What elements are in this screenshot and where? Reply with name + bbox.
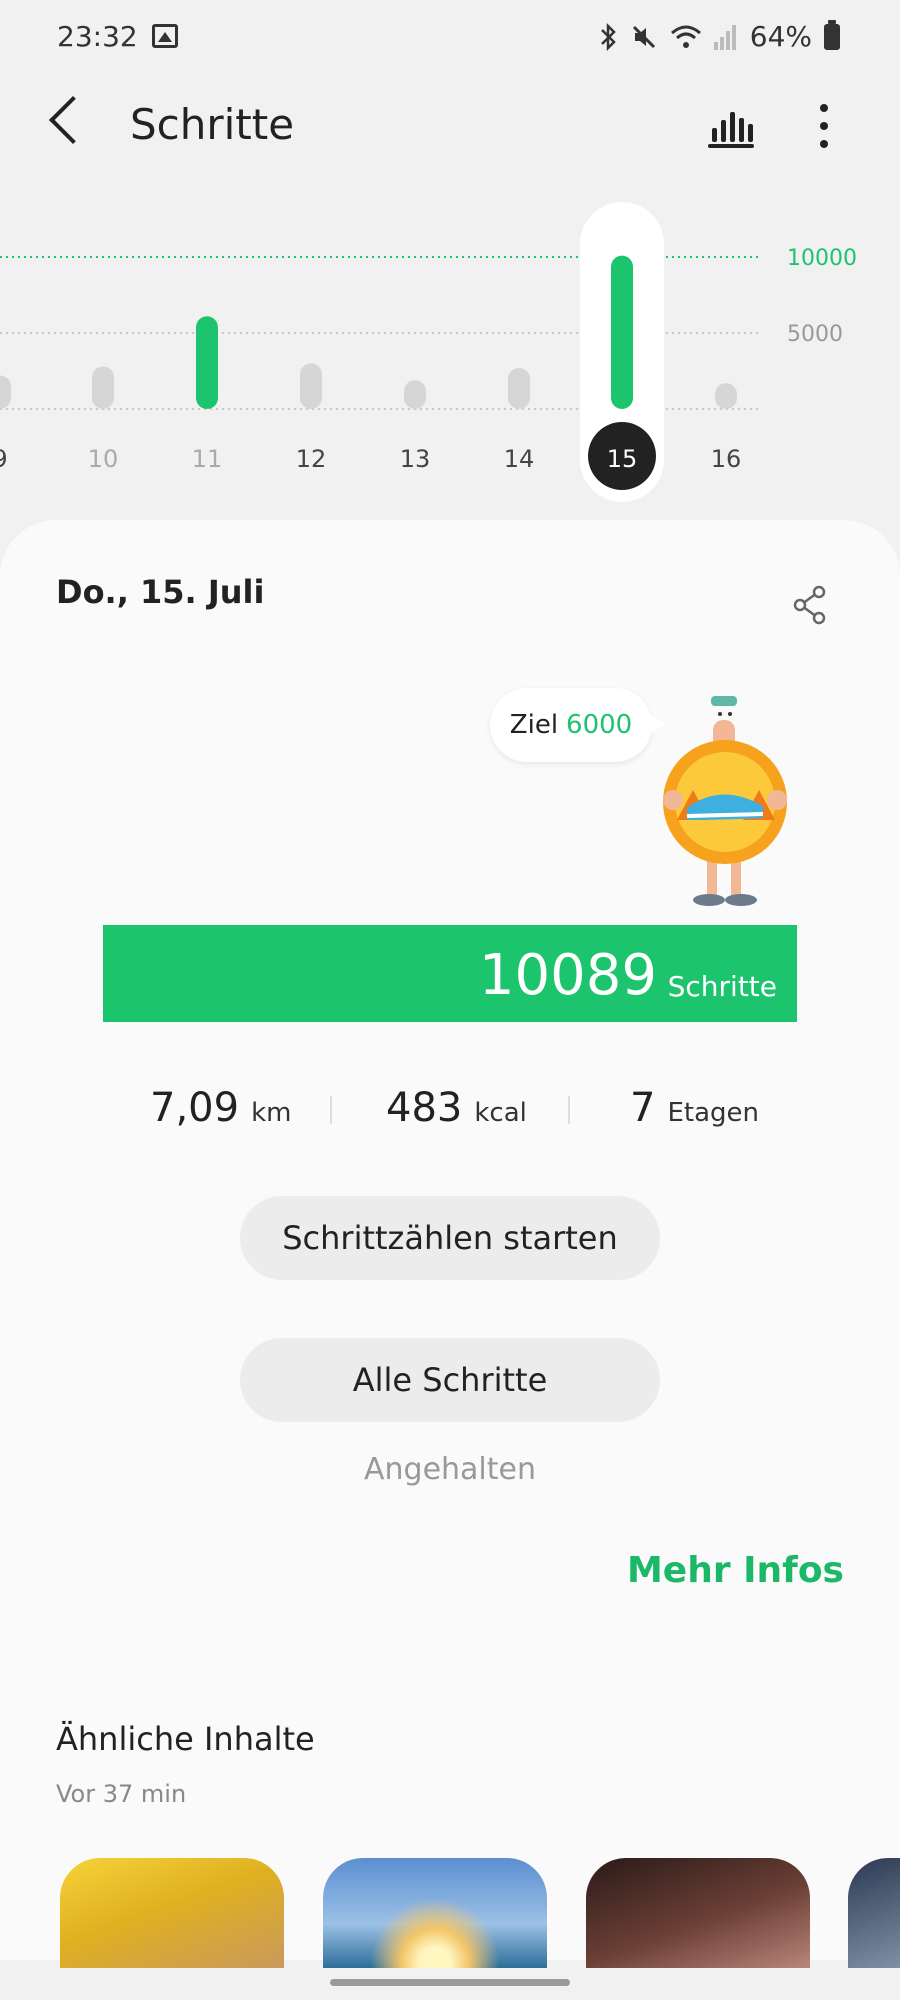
chart-day-label[interactable]: 9 <box>0 445 8 473</box>
stat-divider <box>568 1096 570 1124</box>
similar-content-time: Vor 37 min <box>56 1780 187 1808</box>
chart-bar[interactable] <box>715 383 737 409</box>
goal-label: Ziel <box>509 710 559 740</box>
chart-tick-label: 5000 <box>787 322 843 347</box>
chart-bar[interactable] <box>0 375 11 409</box>
chart-day-label[interactable]: 16 <box>711 445 742 473</box>
stat-floors-value: 7 <box>630 1085 656 1131</box>
chart-bar[interactable] <box>404 380 426 409</box>
chart-bar[interactable] <box>300 363 322 409</box>
goal-value: 6000 <box>566 710 633 740</box>
more-info-link[interactable]: Mehr Infos <box>627 1550 844 1591</box>
chart-day-label[interactable]: 15 <box>607 445 638 473</box>
stat-distance: 7,09 km <box>150 1085 291 1131</box>
chart-day-label[interactable]: 11 <box>192 445 223 473</box>
stat-floors: 7 Etagen <box>630 1085 759 1131</box>
stat-divider <box>330 1096 332 1124</box>
steps-total-bar: 10089 Schritte <box>103 925 797 1022</box>
bar-chart-icon[interactable] <box>708 100 754 148</box>
chart-day-label[interactable]: 10 <box>88 445 119 473</box>
battery-percent: 64% <box>749 20 812 53</box>
steps-unit: Schritte <box>667 970 777 1003</box>
start-step-counting-button[interactable]: Schrittzählen starten <box>240 1196 660 1280</box>
status-icons: 64% <box>598 19 840 53</box>
stat-floors-unit: Etagen <box>667 1098 759 1128</box>
mascot-illustration <box>663 696 787 906</box>
goal-bubble: Ziel 6000 <box>490 688 666 762</box>
content-thumbnail[interactable] <box>586 1858 810 1968</box>
bluetooth-icon <box>600 22 616 51</box>
status-time: 23:32 <box>57 20 138 53</box>
battery-icon <box>824 19 840 50</box>
stat-calories-value: 483 <box>386 1085 463 1131</box>
selected-date: Do., 15. Juli <box>56 573 265 611</box>
stat-distance-unit: km <box>251 1098 292 1128</box>
chart-bar[interactable] <box>611 255 633 409</box>
signal-icon <box>713 24 736 50</box>
stat-calories: 483 kcal <box>386 1085 527 1131</box>
content-thumbnail[interactable] <box>323 1858 547 1968</box>
home-indicator[interactable] <box>330 1979 570 1986</box>
all-steps-button[interactable]: Alle Schritte <box>240 1338 660 1422</box>
share-icon[interactable] <box>792 585 828 625</box>
steps-count: 10089 <box>478 943 657 1008</box>
content-thumbnail[interactable] <box>848 1858 900 1968</box>
chart-day-label[interactable]: 14 <box>504 445 535 473</box>
back-icon[interactable] <box>48 95 98 145</box>
chart-day-label[interactable]: 13 <box>400 445 431 473</box>
chart-tick-label: 10000 <box>787 246 857 271</box>
chart-bar[interactable] <box>196 316 218 409</box>
steps-chart[interactable]: 9 10 11 12 13 14 15 16 5000 10000 <box>0 195 900 515</box>
chart-bar[interactable] <box>508 367 530 409</box>
chart-day-label[interactable]: 12 <box>296 445 327 473</box>
similar-content-title: Ähnliche Inhalte <box>56 1720 315 1758</box>
content-thumbnail[interactable] <box>60 1858 284 1968</box>
gallery-icon <box>152 24 178 48</box>
wifi-icon <box>670 25 701 48</box>
page-title: Schritte <box>130 100 295 149</box>
more-vertical-icon[interactable] <box>818 104 830 148</box>
chart-bar[interactable] <box>92 366 114 409</box>
status-text: Angehalten <box>363 1452 536 1487</box>
mute-icon <box>632 25 655 48</box>
stat-distance-value: 7,09 <box>150 1085 240 1131</box>
stat-calories-unit: kcal <box>474 1098 527 1128</box>
